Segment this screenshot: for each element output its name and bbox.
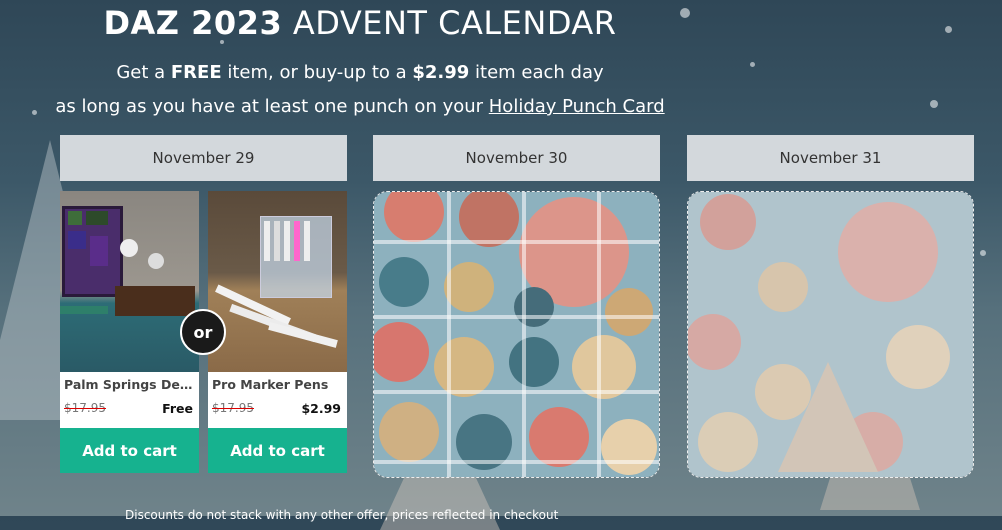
original-price: $17.95 — [64, 401, 106, 415]
locked-day-tile — [687, 191, 974, 478]
or-badge: or — [180, 309, 226, 355]
title-bold: DAZ 2023 — [103, 4, 283, 42]
subtitle-text: item, or buy-up to a — [221, 62, 413, 83]
day-label: November 31 — [779, 149, 882, 167]
product-image[interactable] — [60, 191, 199, 372]
add-to-cart-button[interactable]: Add to cart — [60, 428, 199, 473]
holiday-punch-card-link[interactable]: Holiday Punch Card — [489, 96, 665, 117]
disclaimer-text: Discounts do not stack with any other of… — [125, 508, 559, 522]
calendar-pattern-blurred — [688, 192, 973, 477]
subtitle-line-1: Get a FREE item, or buy-up to a $2.99 it… — [0, 62, 720, 83]
page-title: DAZ 2023 ADVENT CALENDAR — [0, 4, 720, 42]
day-header-3: November 31 — [687, 135, 974, 181]
locked-day-tile — [373, 191, 660, 478]
sale-price: $2.99 — [301, 401, 341, 416]
product-card[interactable]: Palm Springs Dec… $17.95 Free Add to car… — [60, 191, 199, 473]
day-label: November 29 — [152, 149, 255, 167]
day-header-2: November 30 — [373, 135, 660, 181]
product-name[interactable]: Pro Marker Pens — [212, 377, 344, 392]
day-header-1: November 29 — [60, 135, 347, 181]
subtitle-text: as long as you have at least one punch o… — [55, 96, 489, 117]
subtitle-free: FREE — [170, 62, 222, 83]
subtitle-line-2: as long as you have at least one punch o… — [0, 96, 720, 117]
original-price: $17.95 — [212, 401, 254, 415]
title-rest: ADVENT CALENDAR — [292, 4, 617, 42]
product-image[interactable] — [208, 191, 347, 372]
subtitle-text: Get a — [116, 62, 171, 83]
calendar-pattern — [374, 192, 659, 477]
product-name[interactable]: Palm Springs Dec… — [64, 377, 196, 392]
subtitle-text: item each day — [469, 62, 604, 83]
add-to-cart-button[interactable]: Add to cart — [208, 428, 347, 473]
subtitle-price: $2.99 — [412, 62, 470, 83]
sale-price: Free — [162, 401, 193, 416]
day-label: November 30 — [465, 149, 568, 167]
product-card[interactable]: Pro Marker Pens $17.95 $2.99 Add to cart — [208, 191, 347, 473]
